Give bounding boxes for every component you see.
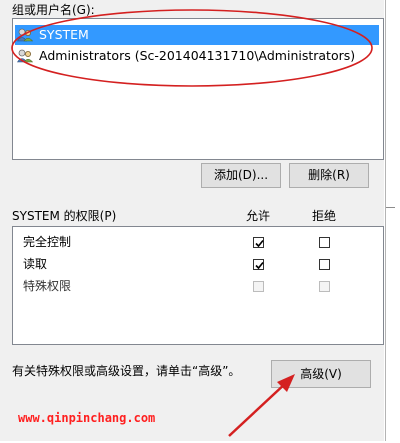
add-button[interactable]: 添加(D)... bbox=[201, 163, 281, 188]
deny-header: 拒绝 bbox=[312, 209, 337, 223]
watermark-text: www.qinpinchang.com bbox=[18, 411, 156, 425]
perm-name: 读取 bbox=[23, 257, 48, 271]
deny-checkbox-full-control[interactable] bbox=[319, 237, 330, 248]
allow-header: 允许 bbox=[246, 209, 271, 223]
deny-checkbox-read[interactable] bbox=[319, 259, 330, 270]
edge-tick bbox=[386, 207, 395, 208]
permissions-dialog: 组或用户名(G): SYSTEM Administrators (Sc-2014… bbox=[0, 0, 384, 441]
perm-row-full-control: 完全控制 bbox=[23, 233, 71, 251]
perm-row-read: 读取 bbox=[23, 255, 47, 273]
deny-checkbox-special bbox=[319, 281, 330, 292]
permissions-label: SYSTEM 的权限(P) bbox=[12, 209, 117, 223]
advanced-hint: 有关特殊权限或高级设置，请单击“高级”。 bbox=[12, 364, 241, 378]
permissions-list: 完全控制 读取 特殊权限 bbox=[12, 226, 384, 345]
perm-name: 完全控制 bbox=[23, 235, 72, 249]
allow-checkbox-special bbox=[253, 281, 264, 292]
window-edge bbox=[385, 0, 386, 441]
annotation-ellipse bbox=[9, 7, 375, 89]
allow-checkbox-full-control[interactable] bbox=[253, 237, 264, 248]
remove-button[interactable]: 删除(R) bbox=[289, 163, 369, 188]
annotation-arrow-icon bbox=[225, 370, 305, 440]
perm-name: 特殊权限 bbox=[23, 279, 72, 293]
allow-checkbox-read[interactable] bbox=[253, 259, 264, 270]
perm-row-special: 特殊权限 bbox=[23, 277, 71, 295]
